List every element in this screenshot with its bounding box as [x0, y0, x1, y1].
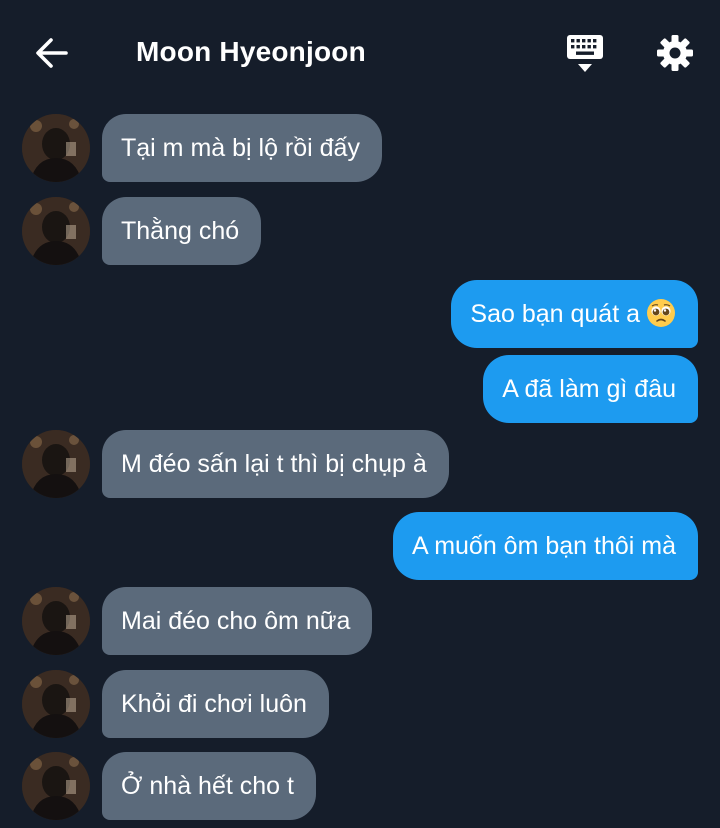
avatar[interactable]	[22, 752, 90, 820]
message-bubble-outgoing[interactable]: A muốn ôm bạn thôi mà	[392, 512, 698, 580]
message-text: Sao bạn quát a	[470, 300, 640, 328]
message-bubble-outgoing[interactable]: A đã làm gì đâu	[483, 355, 698, 423]
message-text: A muốn ôm bạn thôi mà	[411, 532, 676, 560]
message-text: Mai đéo cho ôm nữa	[121, 607, 351, 635]
message-text: Thằng chó	[121, 217, 240, 245]
message-text: Khỏi đi chơi luôn	[121, 690, 307, 718]
message-bubble-incoming[interactable]: M đéo sấn lại t thì bị chụp à	[102, 430, 449, 498]
avatar[interactable]	[22, 670, 90, 738]
conversation-title: Moon Hyeonjoon	[136, 36, 366, 67]
keyboard-icon	[567, 35, 603, 72]
back-button[interactable]	[30, 33, 74, 73]
avatar[interactable]	[22, 114, 90, 182]
gear-icon	[657, 35, 693, 71]
message-text: Tại m mà bị lộ rồi đấy	[121, 134, 360, 162]
message-text: M đéo sấn lại t thì bị chụp à	[121, 450, 427, 478]
avatar[interactable]	[22, 430, 90, 498]
keyboard-button[interactable]	[562, 32, 608, 76]
arrow-left-icon	[36, 38, 68, 68]
avatar[interactable]	[22, 197, 90, 265]
message-bubble-incoming[interactable]: Ở nhà hết cho t	[102, 752, 316, 820]
message-bubble-incoming[interactable]: Mai đéo cho ôm nữa	[102, 587, 373, 655]
message-bubble-outgoing[interactable]: Sao bạn quát a	[451, 280, 698, 348]
message-text: A đã làm gì đâu	[502, 375, 676, 403]
message-bubble-incoming[interactable]: Tại m mà bị lộ rồi đấy	[102, 114, 382, 182]
message-bubble-incoming[interactable]: Khỏi đi chơi luôn	[102, 670, 329, 738]
message-bubble-incoming[interactable]: Thằng chó	[102, 197, 262, 265]
chat-header: Moon Hyeonjoon	[0, 0, 720, 104]
pleading-face-emoji	[647, 299, 675, 327]
message-text: Ở nhà hết cho t	[121, 772, 294, 800]
chat-screen: Moon Hyeonjoon Tại m mà bị lộ rồi đấy Th…	[0, 0, 720, 828]
settings-button[interactable]	[652, 30, 698, 76]
avatar[interactable]	[22, 587, 90, 655]
